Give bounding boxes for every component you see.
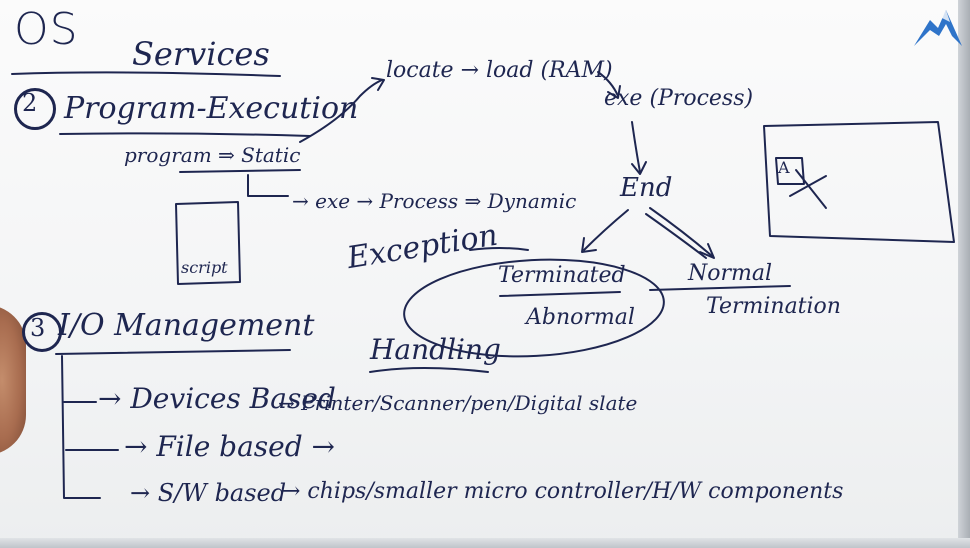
exe-process-label: exe (Process) xyxy=(604,86,754,111)
whiteboard: OS Services 2 Program-Execution program … xyxy=(0,0,970,548)
locate-load-ram: locate → load (RAM) xyxy=(386,58,613,83)
section-number-3: 3 xyxy=(30,314,46,342)
terminated-label: Terminated xyxy=(498,263,626,288)
end-label: End xyxy=(620,173,673,203)
handling-label: Handling xyxy=(370,333,501,366)
sw-based-item: → S/W based xyxy=(130,479,287,507)
termination-label: Termination xyxy=(706,294,841,319)
section-number-2: 2 xyxy=(22,89,38,117)
program-execution-heading: Program-Execution xyxy=(64,91,359,126)
board-subtitle: Services xyxy=(132,35,270,73)
script-box-label: script xyxy=(181,258,228,277)
file-based-item: → File based → xyxy=(124,430,336,463)
hw-components-list: → chips/smaller micro controller/H/W com… xyxy=(282,479,844,504)
board-title: OS xyxy=(14,4,79,55)
abnormal-label: Abnormal xyxy=(526,305,635,330)
device-list: → Printer/Scanner/pen/Digital slate xyxy=(278,391,638,415)
exe-process-dynamic-line: → exe → Process ⇒ Dynamic xyxy=(292,189,577,213)
sketch-label: A xyxy=(778,158,790,177)
io-management-heading: I/O Management xyxy=(58,308,315,343)
normal-label: Normal xyxy=(688,261,773,286)
program-static-line: program ⇒ Static xyxy=(124,143,301,167)
